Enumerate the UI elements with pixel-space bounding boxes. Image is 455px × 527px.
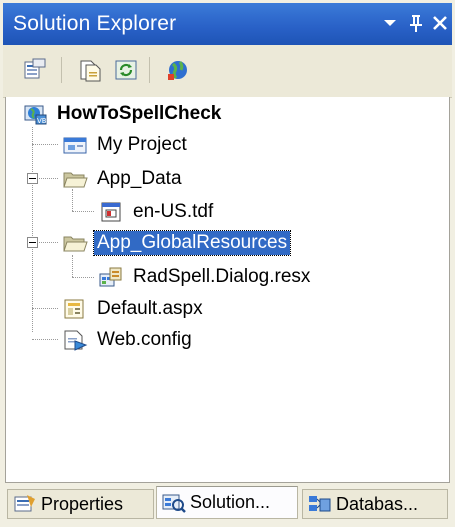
solution-explorer-window: Solution Explorer VB HowToSpellCheck My … xyxy=(0,0,455,527)
tree-item-en-us-tdf[interactable]: en-US.tdf xyxy=(98,197,216,227)
tree-item-web-config[interactable]: Web.config xyxy=(62,325,195,355)
solution-tree: VB HowToSpellCheck My Project App_Data e… xyxy=(5,97,450,483)
close-icon[interactable] xyxy=(427,9,453,37)
tree-item-radspell-dialog-resx[interactable]: RadSpell.Dialog.resx xyxy=(98,262,313,292)
svg-text:VB: VB xyxy=(37,117,47,125)
show-all-files-icon[interactable] xyxy=(75,55,105,85)
dropdown-icon[interactable] xyxy=(377,9,403,37)
solution-explorer-tab-icon xyxy=(161,492,187,514)
window-title: Solution Explorer xyxy=(13,12,177,35)
web-project-icon: VB xyxy=(22,102,48,126)
tree-item-label: App_GlobalResources xyxy=(92,230,292,256)
tree-connector xyxy=(32,127,33,332)
tree-item-label: My Project xyxy=(97,134,187,155)
tree-item-my-project[interactable]: My Project xyxy=(62,130,190,160)
config-file-icon xyxy=(62,328,88,352)
collapse-app-globalresources-button[interactable] xyxy=(27,237,38,248)
tab-label: Databas... xyxy=(336,493,419,514)
properties-tab-icon xyxy=(12,493,38,515)
folder-icon xyxy=(62,167,88,191)
database-explorer-tab-icon xyxy=(307,493,333,515)
copy-website-icon[interactable] xyxy=(163,55,193,85)
tree-connector xyxy=(36,178,58,179)
tree-item-label: Web.config xyxy=(97,329,192,350)
pin-icon[interactable] xyxy=(403,9,429,37)
tree-root-project[interactable]: VB HowToSpellCheck xyxy=(22,99,224,129)
resx-file-icon xyxy=(98,265,124,289)
tab-database-explorer[interactable]: Databas... xyxy=(302,489,448,519)
tab-label: Solution... xyxy=(190,492,271,512)
tab-label: Properties xyxy=(41,493,124,514)
toolbar xyxy=(3,45,452,98)
tree-connector xyxy=(72,255,73,277)
tree-item-app-globalresources[interactable]: App_GlobalResources xyxy=(62,228,292,258)
tree-item-default-aspx[interactable]: Default.aspx xyxy=(62,294,206,324)
toolbar-separator xyxy=(149,57,150,83)
tree-connector xyxy=(32,308,58,309)
folder-icon xyxy=(62,231,88,255)
tree-connector xyxy=(36,242,58,243)
tree-item-app-data[interactable]: App_Data xyxy=(62,164,185,194)
tdf-file-icon xyxy=(98,200,124,224)
collapse-app-data-button[interactable] xyxy=(27,173,38,184)
tree-connector xyxy=(72,277,94,278)
properties-icon[interactable] xyxy=(21,55,51,85)
tree-connector xyxy=(32,144,58,145)
my-project-icon xyxy=(62,133,88,157)
tree-item-label: RadSpell.Dialog.resx xyxy=(133,266,311,287)
project-name-label: HowToSpellCheck xyxy=(57,103,222,124)
tree-item-label: App_Data xyxy=(97,168,182,189)
tab-solution-explorer[interactable]: Solution... xyxy=(156,486,298,519)
tab-properties[interactable]: Properties xyxy=(7,489,154,519)
tree-connector xyxy=(72,211,94,212)
tree-connector xyxy=(32,339,58,340)
tree-item-label: Default.aspx xyxy=(97,298,203,319)
tree-item-label: en-US.tdf xyxy=(133,201,214,222)
aspx-file-icon xyxy=(62,297,88,321)
title-bar: Solution Explorer xyxy=(3,3,452,45)
tool-window-tabs: Properties Solution... Databas... xyxy=(3,483,452,527)
toolbar-separator xyxy=(61,57,62,83)
refresh-icon[interactable] xyxy=(111,55,141,85)
